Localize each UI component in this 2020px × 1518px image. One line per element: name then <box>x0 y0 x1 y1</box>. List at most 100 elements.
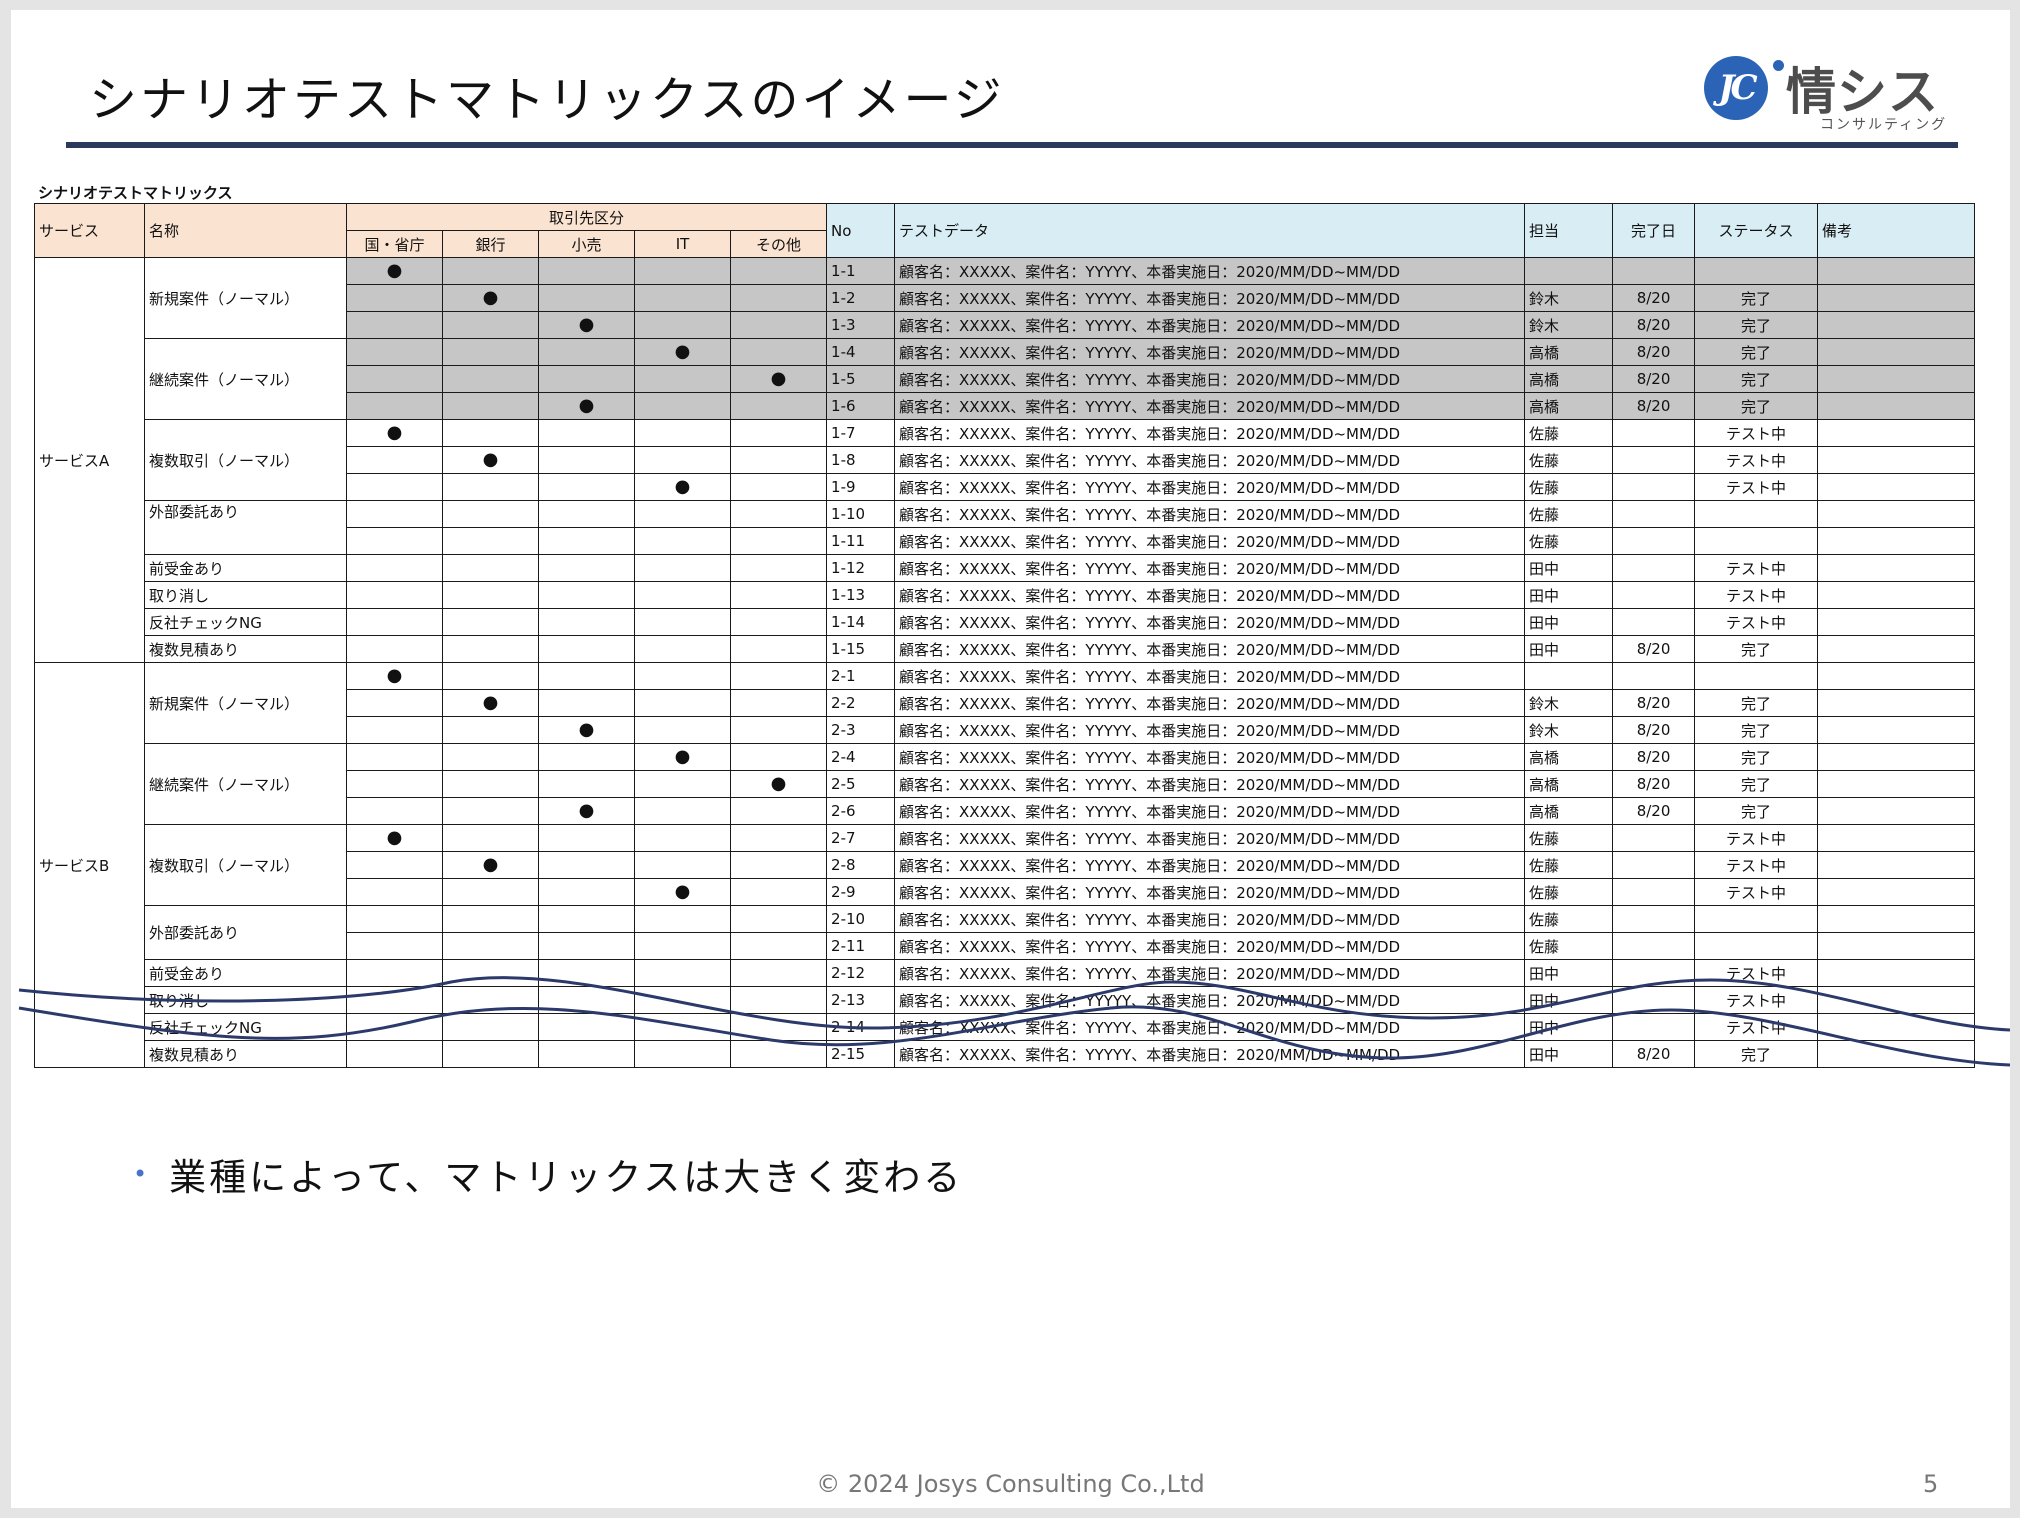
client-type-cell: ● <box>442 689 539 717</box>
client-type-cell <box>634 851 731 879</box>
note-cell <box>1817 419 1976 447</box>
no-cell: 1-6 <box>826 392 896 420</box>
client-type-cell <box>538 824 635 852</box>
client-type-cell <box>634 392 731 420</box>
note-cell <box>1817 662 1976 690</box>
client-type-cell <box>538 932 635 960</box>
client-type-cell <box>729 635 828 663</box>
client-type-cell <box>442 527 539 555</box>
test-data-cell: 顧客名：XXXXX、案件名：YYYYY、本番実施日：2020/MM/DD~MM/… <box>894 338 1526 366</box>
done-date-cell <box>1612 905 1696 933</box>
header-client-type: IT <box>634 230 731 258</box>
client-type-cell <box>729 932 828 960</box>
slide-title: シナリオテストマトリックスのイメージ <box>89 72 1005 128</box>
owner-cell: 佐藤 <box>1524 932 1614 960</box>
test-data-cell: 顧客名：XXXXX、案件名：YYYYY、本番実施日：2020/MM/DD~MM/… <box>894 473 1526 501</box>
client-type-cell <box>442 932 539 960</box>
status-cell: テスト中 <box>1694 473 1819 501</box>
no-cell: 1-2 <box>826 284 896 312</box>
wave-line-lower <box>18 1005 2010 1067</box>
client-type-cell <box>538 446 635 474</box>
client-type-cell <box>634 365 731 393</box>
scenario-name: 複数取引（ノーマル） <box>144 824 347 906</box>
client-type-cell <box>634 284 731 312</box>
client-type-cell <box>442 824 539 852</box>
client-type-cell <box>442 635 539 663</box>
client-type-cell: ● <box>346 257 443 285</box>
note-cell <box>1817 932 1976 960</box>
client-type-cell <box>346 689 443 717</box>
client-type-cell <box>729 662 828 690</box>
no-cell: 1-13 <box>826 581 896 609</box>
mark-dot-icon: ● <box>386 827 403 848</box>
no-cell: 1-5 <box>826 365 896 393</box>
client-type-cell <box>346 446 443 474</box>
done-date-cell <box>1612 581 1696 609</box>
logo-dot-icon <box>1773 60 1784 71</box>
scenario-matrix-table: サービス 名称 取引先区分 No テストデータ 担当 完了日 ステータス 備考 … <box>34 203 1976 1068</box>
client-type-cell <box>442 419 539 447</box>
client-type-cell <box>346 365 443 393</box>
owner-cell: 田中 <box>1524 581 1614 609</box>
client-type-cell: ● <box>538 311 635 339</box>
status-cell: 完了 <box>1694 689 1819 717</box>
scenario-name: 前受金あり <box>144 554 347 582</box>
done-date-cell: 8/20 <box>1612 635 1696 663</box>
client-type-cell <box>634 770 731 798</box>
table-row: 取り消し 1-13 顧客名：XXXXX、案件名：YYYYY、本番実施日：2020/M… <box>35 581 1976 609</box>
client-type-cell <box>634 311 731 339</box>
done-date-cell: 8/20 <box>1612 743 1696 771</box>
no-cell: 1-3 <box>826 311 896 339</box>
footer-copyright: © 2024 Josys Consulting Co.,Ltd <box>816 1470 1205 1498</box>
mark-dot-icon: ● <box>482 287 499 308</box>
client-type-cell <box>538 527 635 555</box>
owner-cell: 佐藤 <box>1524 824 1614 852</box>
status-cell <box>1694 905 1819 933</box>
test-data-cell: 顧客名：XXXXX、案件名：YYYYY、本番実施日：2020/MM/DD~MM/… <box>894 635 1526 663</box>
status-cell: テスト中 <box>1694 554 1819 582</box>
test-data-cell: 顧客名：XXXXX、案件名：YYYYY、本番実施日：2020/MM/DD~MM/… <box>894 905 1526 933</box>
note-cell <box>1817 392 1976 420</box>
header-client-type: 銀行 <box>442 230 539 258</box>
table-row: 複数取引（ノーマル） ● 2-7 顧客名：XXXXX、案件名：YYYYY、本番実施日：… <box>35 824 1976 906</box>
client-type-cell <box>442 365 539 393</box>
matrix-table-wrapper: サービス 名称 取引先区分 No テストデータ 担当 完了日 ステータス 備考 … <box>34 203 1976 1070</box>
client-type-cell <box>538 743 635 771</box>
owner-cell: 田中 <box>1524 608 1614 636</box>
done-date-cell: 8/20 <box>1612 392 1696 420</box>
test-data-cell: 顧客名：XXXXX、案件名：YYYYY、本番実施日：2020/MM/DD~MM/… <box>894 311 1526 339</box>
no-cell: 2-2 <box>826 689 896 717</box>
owner-cell: 佐藤 <box>1524 500 1614 528</box>
client-type-cell <box>729 878 828 906</box>
status-cell: 完了 <box>1694 311 1819 339</box>
bullet-item: • 業種によって、マトリックスは大きく変わる <box>133 1147 963 1201</box>
client-type-cell: ● <box>442 284 539 312</box>
test-data-cell: 顧客名：XXXXX、案件名：YYYYY、本番実施日：2020/MM/DD~MM/… <box>894 824 1526 852</box>
client-type-cell <box>538 284 635 312</box>
status-cell: テスト中 <box>1694 608 1819 636</box>
table-row: 継続案件（ノーマル） ● 2-4 顧客名：XXXXX、案件名：YYYYY、本番実施日：… <box>35 743 1976 825</box>
client-type-cell: ● <box>442 446 539 474</box>
mark-dot-icon: ● <box>674 881 691 902</box>
done-date-cell <box>1612 554 1696 582</box>
client-type-cell <box>634 689 731 717</box>
no-cell: 2-1 <box>826 662 896 690</box>
status-cell: 完了 <box>1694 338 1819 366</box>
note-cell <box>1817 635 1976 663</box>
client-type-cell <box>634 932 731 960</box>
client-type-cell: ● <box>634 743 731 771</box>
header-note: 備考 <box>1817 203 1976 258</box>
status-cell <box>1694 662 1819 690</box>
client-type-cell <box>729 554 828 582</box>
scenario-name: 新規案件（ノーマル） <box>144 257 347 339</box>
no-cell: 1-12 <box>826 554 896 582</box>
note-cell <box>1817 527 1976 555</box>
owner-cell: 高橋 <box>1524 365 1614 393</box>
no-cell: 1-4 <box>826 338 896 366</box>
client-type-cell <box>442 473 539 501</box>
done-date-cell <box>1612 500 1696 528</box>
client-type-cell <box>634 554 731 582</box>
no-cell: 1-11 <box>826 527 896 555</box>
table-row: 継続案件（ノーマル） ● 1-4 顧客名：XXXXX、案件名：YYYYY、本番実施日：… <box>35 338 1976 420</box>
owner-cell: 佐藤 <box>1524 527 1614 555</box>
